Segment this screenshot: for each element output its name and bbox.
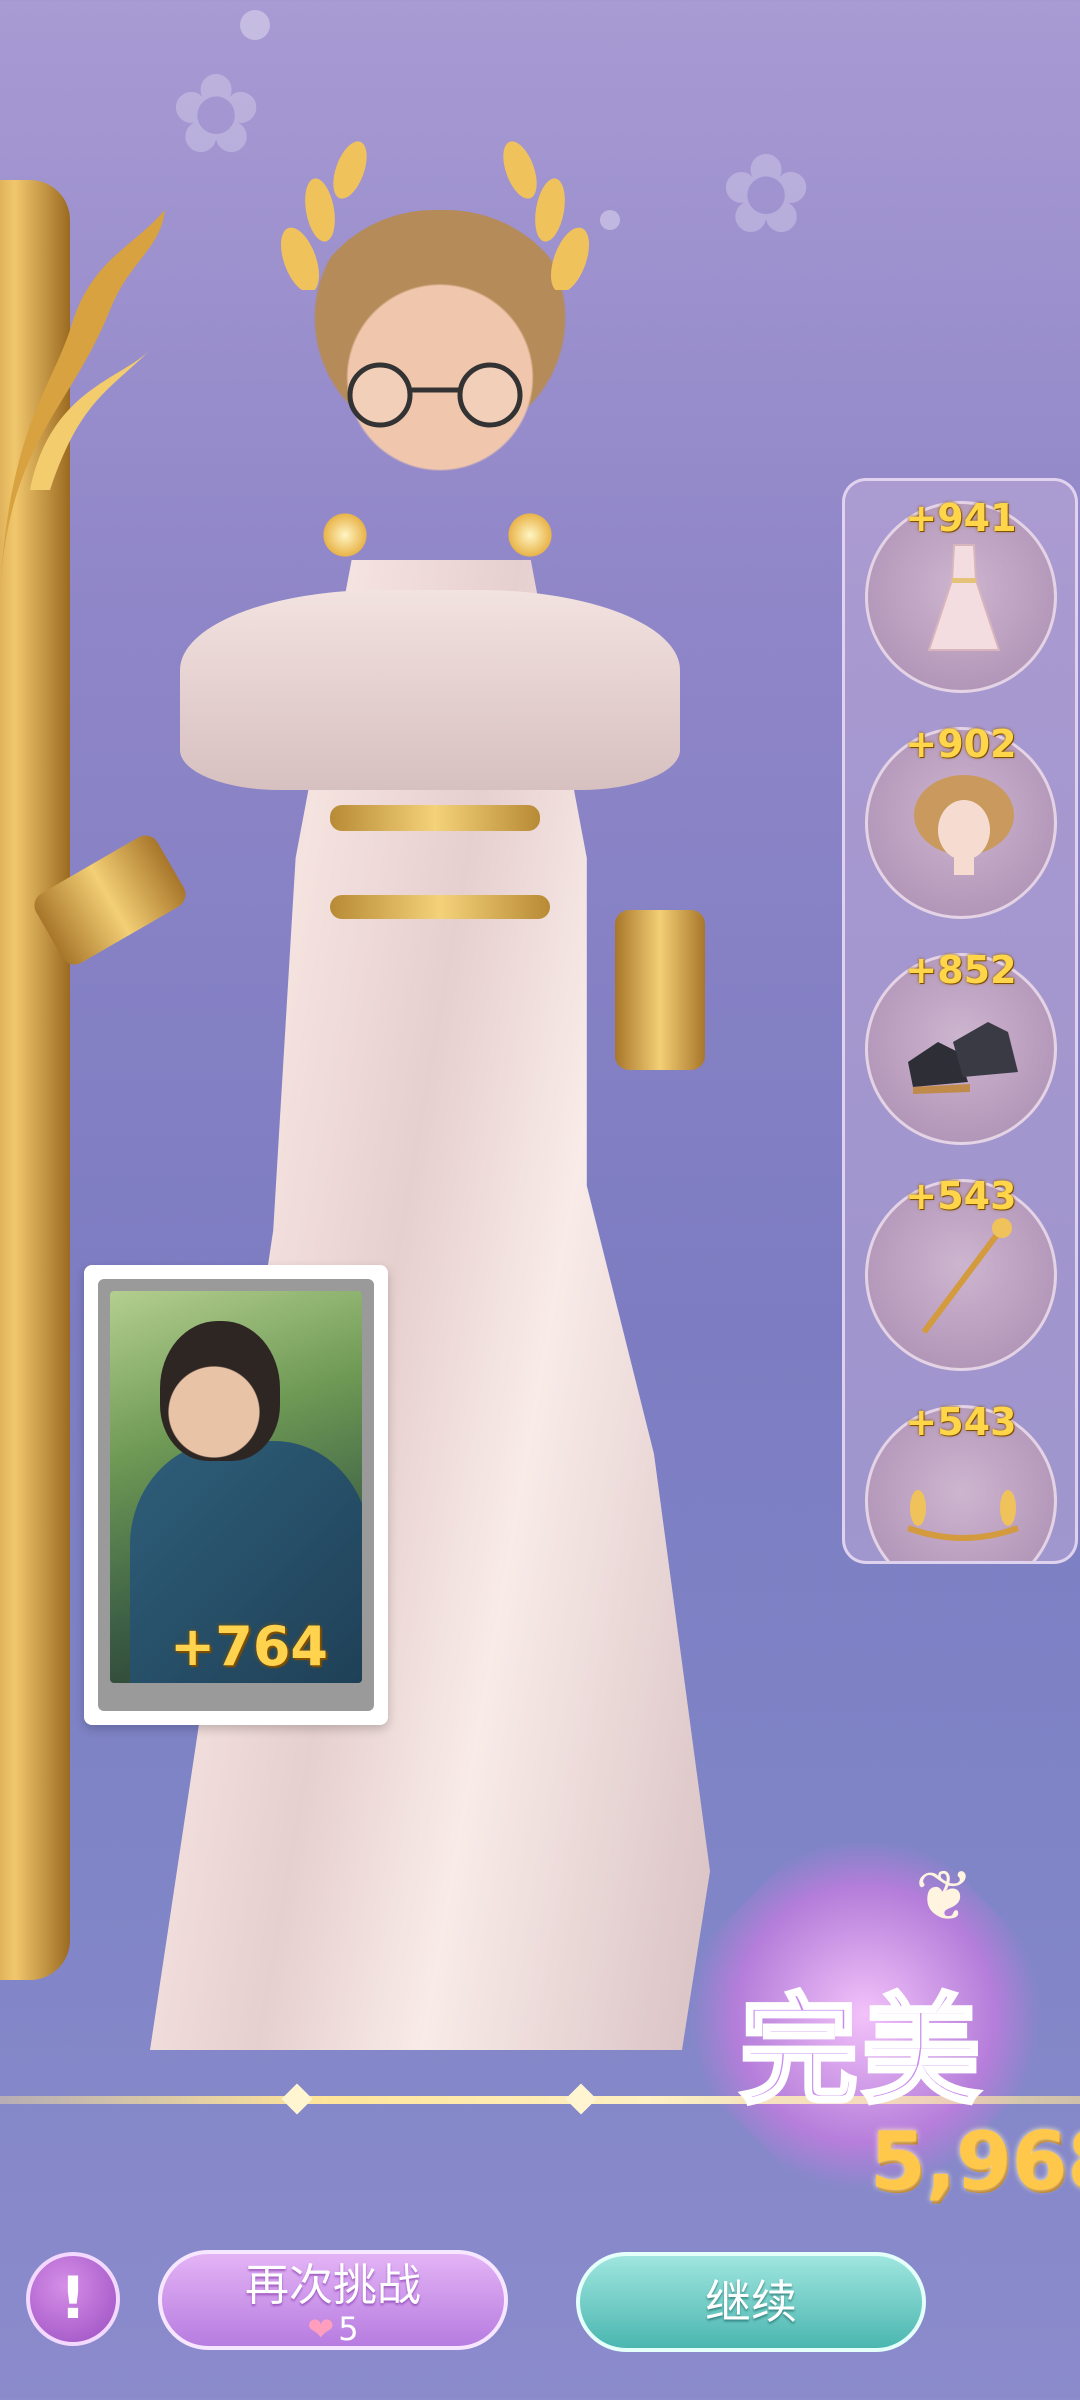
info-button[interactable]: ! (26, 2252, 120, 2346)
partner-card[interactable]: +764 (84, 1265, 388, 1725)
retry-challenge-button[interactable]: 再次挑战 ❤ 5 (158, 2250, 508, 2350)
hair-icon (914, 775, 1014, 875)
staff-crown (0, 210, 165, 590)
gown-icon (927, 544, 1001, 651)
scepter-icon (921, 1218, 1012, 1334)
partner-score: +764 (170, 1615, 328, 1678)
butterfly-icon: ❦ (915, 1855, 974, 1937)
gold-belt (330, 805, 540, 831)
sun-earring-right (505, 510, 555, 560)
gold-belt-lower (330, 895, 550, 919)
retry-cost-value: 5 (338, 2310, 359, 2348)
retry-label: 再次挑战 (245, 2260, 421, 2311)
shoes-icon (908, 1022, 1018, 1094)
glasses (347, 362, 523, 428)
sun-earring-left (320, 510, 370, 560)
item-score: +941 (905, 496, 1017, 540)
total-score: 5,968 (870, 2115, 1080, 2208)
item-shoes[interactable]: +852 (865, 948, 1057, 1145)
rating-text: 完美 (738, 1980, 985, 2122)
item-score: +852 (905, 948, 1017, 992)
right-bracelet (615, 910, 705, 1070)
item-laurel-crown[interactable]: +543 (865, 1400, 1057, 1561)
continue-button[interactable]: 继续 (576, 2252, 926, 2352)
partner-head (160, 1321, 280, 1461)
item-score: +543 (905, 1174, 1017, 1218)
item-gown[interactable]: +941 (865, 496, 1057, 693)
laurel-wreath (280, 141, 590, 290)
heart-icon: ❤ (307, 2310, 335, 2348)
laurel-crown-icon (906, 1490, 1020, 1541)
item-hair[interactable]: +902 (865, 722, 1057, 919)
item-scepter[interactable]: +543 (865, 1174, 1057, 1371)
item-score: +902 (905, 722, 1017, 766)
items-score-panel[interactable]: +941 +902 +852 +543 +543 (842, 478, 1078, 1564)
retry-cost: ❤ 5 (162, 2312, 504, 2346)
draped-shoulders (180, 590, 680, 790)
item-score: +543 (905, 1400, 1017, 1444)
